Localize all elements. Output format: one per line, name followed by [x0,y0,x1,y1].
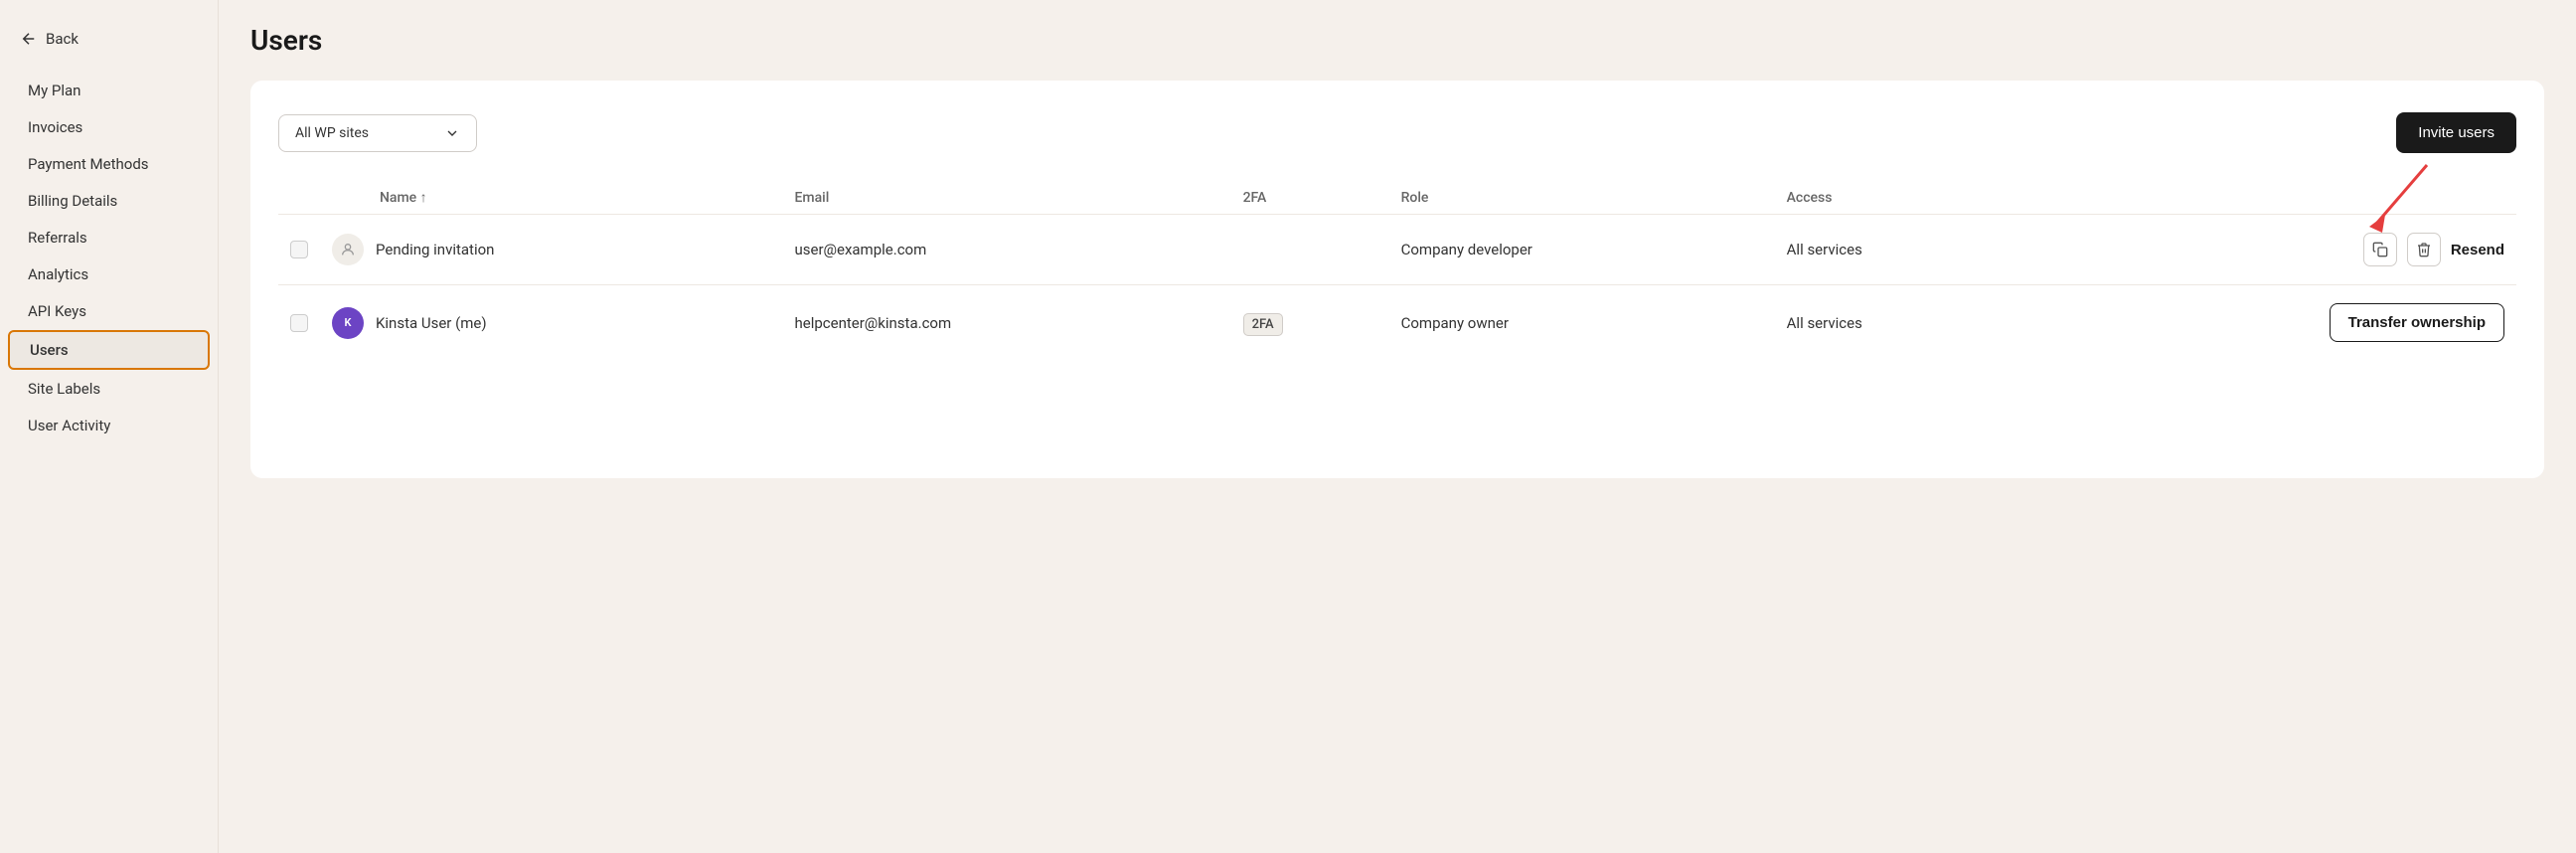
row2-access-cell: All services [1775,285,2022,361]
row1-name-cell: Pending invitation [320,215,782,285]
page-title: Users [250,24,2544,57]
checkbox-col-header [278,181,320,215]
row1-access-cell: All services [1775,215,2022,285]
sidebar-link-billing-details[interactable]: Billing Details [8,183,210,219]
row1-avatar [332,234,364,265]
actions-col-header [2021,181,2516,215]
content-card: All WP sites Invite users Name ↑ [250,81,2544,478]
access-col-header: Access [1775,181,2022,215]
name-header-label: Name [380,190,416,206]
copy-icon-button[interactable] [2363,233,2397,266]
row2-name-cell: K Kinsta User (me) [320,285,782,361]
row2-action-container: Transfer ownership [2033,303,2504,342]
sidebar-item-site-labels[interactable]: Site Labels [0,371,218,407]
sidebar-item-analytics[interactable]: Analytics [0,256,218,292]
sidebar-item-referrals[interactable]: Referrals [0,220,218,256]
table-row: K Kinsta User (me) helpcenter@kinsta.com… [278,285,2516,361]
row1-checkbox[interactable] [290,241,308,258]
transfer-ownership-button[interactable]: Transfer ownership [2330,303,2504,342]
twofa-col-header: 2FA [1231,181,1389,215]
table-row: Pending invitation user@example.com Comp… [278,215,2516,285]
sidebar-item-user-activity[interactable]: User Activity [0,408,218,443]
invite-users-button[interactable]: Invite users [2396,112,2516,153]
sidebar-item-payment-methods[interactable]: Payment Methods [0,146,218,182]
row1-email-cell: user@example.com [782,215,1230,285]
row2-twofa-cell: 2FA [1231,285,1389,361]
row1-twofa-cell [1231,215,1389,285]
filter-bar: All WP sites Invite users [278,112,2516,153]
row1-actions-cell: Resend [2021,215,2516,285]
role-col-header: Role [1389,181,1775,215]
sidebar-link-site-labels[interactable]: Site Labels [8,371,210,407]
sidebar-item-api-keys[interactable]: API Keys [0,293,218,329]
sidebar-link-referrals[interactable]: Referrals [8,220,210,256]
row2-actions-cell: Transfer ownership [2021,285,2516,361]
site-select-dropdown[interactable]: All WP sites [278,114,477,152]
sidebar-item-invoices[interactable]: Invoices [0,109,218,145]
sidebar-nav: My Plan Invoices Payment Methods Billing… [0,73,218,443]
back-button[interactable]: Back [0,20,218,72]
row2-2fa-badge: 2FA [1243,313,1283,336]
delete-icon-button[interactable] [2407,233,2441,266]
site-select-label: All WP sites [295,125,369,141]
back-label: Back [46,30,79,48]
row2-name-container: K Kinsta User (me) [332,307,770,339]
row2-avatar: K [332,307,364,339]
sidebar-link-payment-methods[interactable]: Payment Methods [8,146,210,182]
row1-action-container: Resend [2033,233,2504,266]
table-header-row: Name ↑ Email 2FA Role Access [278,181,2516,215]
sidebar-nav-list: My Plan Invoices Payment Methods Billing… [0,73,218,443]
sidebar: Back My Plan Invoices Payment Methods Bi… [0,0,219,853]
table-body: Pending invitation user@example.com Comp… [278,215,2516,361]
sort-icon: ↑ [420,190,427,206]
row1-role-cell: Company developer [1389,215,1775,285]
sidebar-item-users[interactable]: Users [0,330,218,370]
row2-checkbox-cell [278,285,320,361]
app-layout: Back My Plan Invoices Payment Methods Bi… [0,0,2576,853]
sidebar-link-invoices[interactable]: Invoices [8,109,210,145]
sidebar-link-users[interactable]: Users [8,330,210,370]
trash-icon [2416,242,2432,257]
row1-checkbox-cell [278,215,320,285]
name-col-header[interactable]: Name ↑ [320,181,782,215]
row2-email-cell: helpcenter@kinsta.com [782,285,1230,361]
chevron-down-icon [444,125,460,141]
row2-role-cell: Company owner [1389,285,1775,361]
email-col-header: Email [782,181,1230,215]
sidebar-item-billing-details[interactable]: Billing Details [0,183,218,219]
resend-button[interactable]: Resend [2451,242,2504,258]
sidebar-link-analytics[interactable]: Analytics [8,256,210,292]
person-icon [340,242,356,257]
row2-name: Kinsta User (me) [376,314,487,332]
copy-icon [2372,242,2388,257]
row1-name-container: Pending invitation [332,234,770,265]
table-header: Name ↑ Email 2FA Role Access [278,181,2516,215]
back-arrow-icon [20,30,38,48]
sidebar-item-my-plan[interactable]: My Plan [0,73,218,108]
sidebar-link-my-plan[interactable]: My Plan [8,73,210,108]
row2-checkbox[interactable] [290,314,308,332]
row1-name: Pending invitation [376,241,494,258]
users-table: Name ↑ Email 2FA Role Access [278,181,2516,360]
main-content: Users All WP sites Invite users [219,0,2576,853]
sidebar-link-api-keys[interactable]: API Keys [8,293,210,329]
sidebar-link-user-activity[interactable]: User Activity [8,408,210,443]
